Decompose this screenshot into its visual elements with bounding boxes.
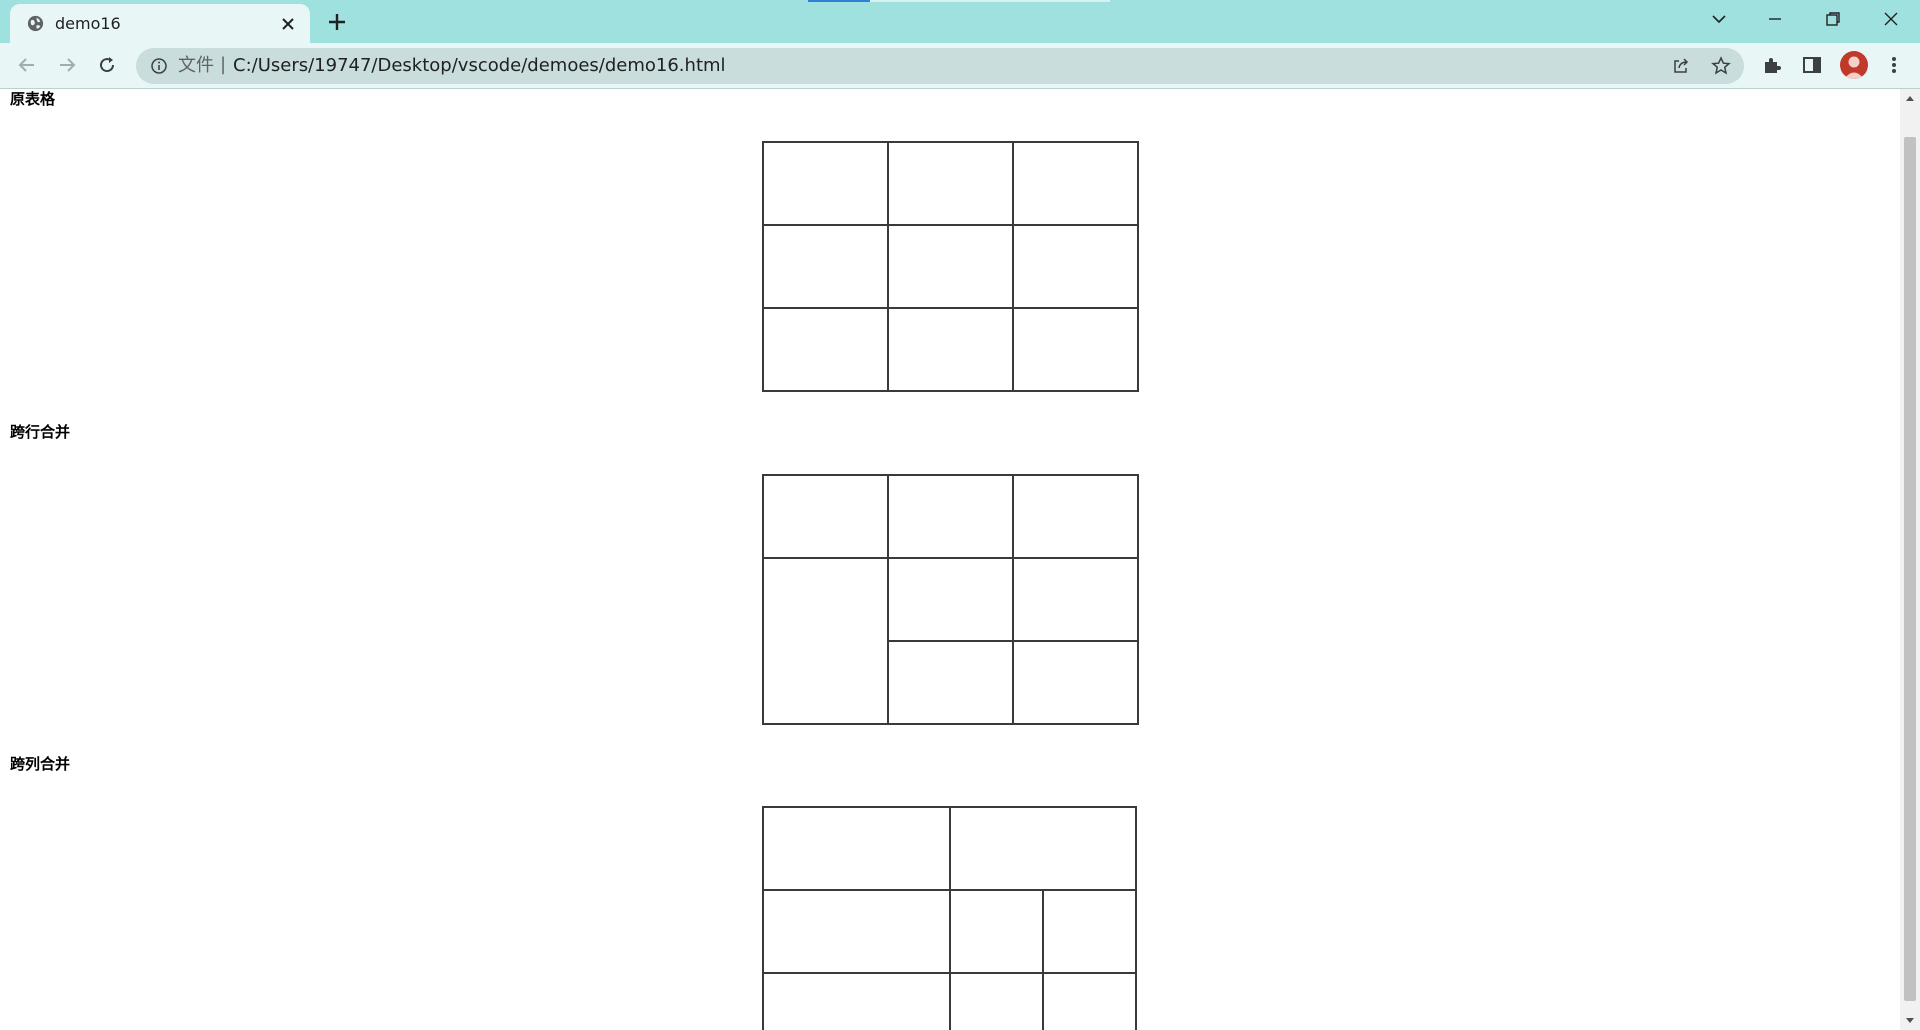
page-viewport: 原表格 跨行合并 跨列合并 bbox=[0, 89, 1900, 1030]
table-cell bbox=[887, 141, 1014, 226]
colspan-table bbox=[762, 806, 1138, 1030]
person-icon bbox=[1844, 56, 1864, 79]
table-row bbox=[762, 806, 1137, 891]
table-cell bbox=[1012, 224, 1139, 309]
extensions-puzzle-icon[interactable] bbox=[1760, 53, 1784, 77]
merged-colspan-cell bbox=[948, 806, 1137, 891]
table-cell bbox=[762, 474, 889, 559]
table-cell bbox=[1041, 972, 1138, 1030]
address-bar[interactable]: 文件 | C:/Users/19747/Desktop/vscode/demoe… bbox=[136, 48, 1744, 84]
section-title-colspan: 跨列合并 bbox=[10, 755, 71, 773]
table-cell bbox=[762, 307, 889, 392]
table-row bbox=[762, 972, 1138, 1030]
table-cell bbox=[1012, 640, 1139, 725]
tab-loading-indicator bbox=[808, 0, 870, 2]
table-cell bbox=[762, 224, 889, 309]
table-row bbox=[762, 141, 1139, 226]
table-cell bbox=[887, 307, 1014, 392]
merged-rowspan-cell bbox=[762, 557, 889, 725]
url-text[interactable]: C:/Users/19747/Desktop/vscode/demoes/dem… bbox=[233, 54, 726, 78]
table-row bbox=[762, 557, 1139, 725]
browser-toolbar: 文件 | C:/Users/19747/Desktop/vscode/demoe… bbox=[0, 43, 1920, 89]
table-cell bbox=[1012, 141, 1139, 226]
table-cell bbox=[948, 972, 1044, 1030]
forward-arrow-icon[interactable] bbox=[55, 53, 79, 77]
table-cell bbox=[887, 474, 1014, 559]
table-cell bbox=[887, 557, 1014, 642]
tab-title: demo16 bbox=[55, 14, 121, 33]
table-cell bbox=[1012, 557, 1139, 642]
section-title-rowspan: 跨行合并 bbox=[10, 423, 71, 441]
url-scheme-label: 文件 bbox=[178, 55, 214, 76]
new-tab-plus-icon[interactable] bbox=[326, 11, 348, 33]
table-cell bbox=[762, 889, 951, 974]
table-cell bbox=[1012, 307, 1139, 392]
table-cell bbox=[1012, 474, 1139, 559]
minimize-icon[interactable] bbox=[1764, 8, 1786, 30]
globe-icon bbox=[27, 15, 44, 32]
back-arrow-icon[interactable] bbox=[15, 53, 39, 77]
table-cell bbox=[948, 889, 1044, 974]
table-cell bbox=[1041, 889, 1138, 974]
tab-search-chevron-down-icon[interactable] bbox=[1708, 8, 1730, 30]
table-row bbox=[762, 474, 1139, 559]
table-cell bbox=[762, 141, 889, 226]
table-cell bbox=[887, 640, 1014, 725]
original-table bbox=[762, 141, 1139, 392]
scroll-up-arrow-icon[interactable] bbox=[1900, 89, 1920, 109]
profile-avatar[interactable] bbox=[1840, 51, 1868, 79]
more-menu-icon[interactable] bbox=[1882, 53, 1906, 77]
scrollbar-thumb[interactable] bbox=[1904, 137, 1916, 1001]
window-close-icon[interactable] bbox=[1880, 8, 1902, 30]
vertical-scrollbar[interactable] bbox=[1900, 89, 1920, 1030]
close-icon[interactable] bbox=[280, 16, 296, 32]
table-cell bbox=[762, 972, 951, 1030]
restore-icon[interactable] bbox=[1822, 8, 1844, 30]
info-icon[interactable] bbox=[150, 57, 168, 75]
table-row bbox=[762, 224, 1139, 309]
tab-strip: demo16 bbox=[0, 0, 1920, 43]
table-cell bbox=[762, 806, 951, 891]
url-separator: | bbox=[220, 54, 227, 75]
active-tab[interactable]: demo16 bbox=[10, 4, 310, 43]
table-row bbox=[762, 889, 1138, 974]
table-cell bbox=[887, 224, 1014, 309]
share-icon[interactable] bbox=[1671, 56, 1691, 76]
bookmark-star-icon[interactable] bbox=[1711, 56, 1731, 76]
tab-loading-track bbox=[870, 0, 1110, 2]
reload-icon[interactable] bbox=[95, 53, 119, 77]
scroll-down-arrow-icon[interactable] bbox=[1900, 1010, 1920, 1030]
rowspan-table bbox=[762, 474, 1139, 725]
section-title-original: 原表格 bbox=[10, 90, 56, 108]
side-panel-icon[interactable] bbox=[1800, 53, 1824, 77]
table-row bbox=[762, 307, 1139, 392]
